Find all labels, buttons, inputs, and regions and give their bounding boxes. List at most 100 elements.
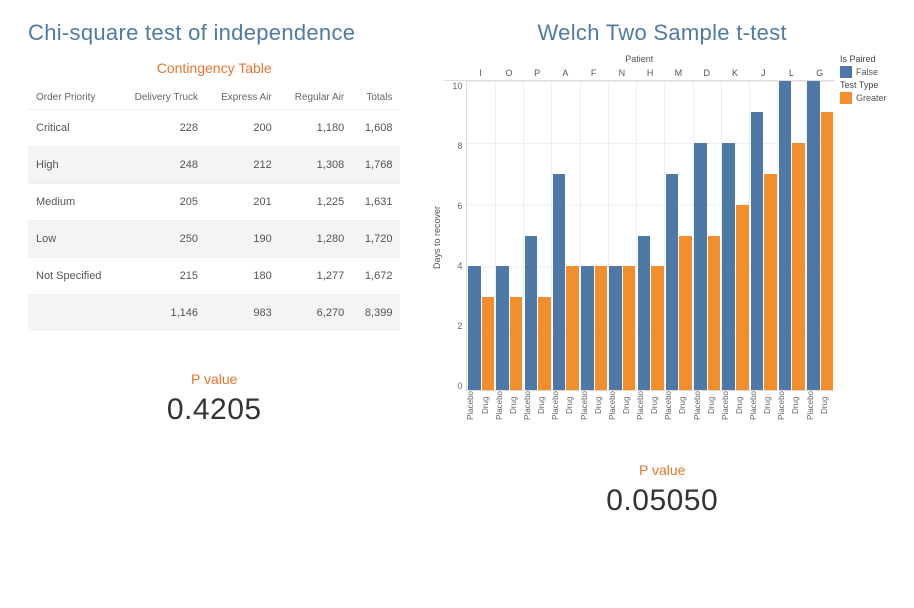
table-cell: 6,270	[280, 295, 352, 332]
bar-placebo	[779, 81, 792, 390]
bar-chart: Days to recover Patient IOPAFNHMDKJLG 10…	[430, 52, 894, 422]
welch-panel: Welch Two Sample t-test Days to recover …	[420, 0, 914, 608]
facet	[637, 81, 665, 390]
x-tick-pair: PlaceboDrug	[523, 391, 551, 422]
table-row: Critical2282001,1801,608	[28, 110, 400, 147]
pvalue-label: P value	[28, 371, 400, 387]
row-label: Critical	[28, 110, 118, 147]
bar-drug	[679, 236, 692, 391]
facet-label: L	[777, 66, 805, 80]
table-row: 1,1469836,2708,399	[28, 295, 400, 332]
x-tick-pair: PlaceboDrug	[608, 391, 636, 422]
bar-placebo	[496, 266, 509, 390]
facet	[778, 81, 806, 390]
bar-placebo	[525, 236, 538, 391]
y-tick: 8	[444, 141, 462, 151]
x-tick-label: Drug	[820, 391, 834, 422]
facet-label: O	[495, 66, 523, 80]
bar-drug	[482, 297, 495, 390]
facet-label: I	[466, 66, 494, 80]
facet	[524, 81, 552, 390]
y-tick: 0	[444, 381, 462, 391]
table-cell: 215	[118, 258, 206, 295]
bar-placebo	[666, 174, 679, 390]
bar-placebo	[468, 266, 481, 390]
facet	[581, 81, 609, 390]
table-cell: 1,631	[352, 184, 400, 221]
table-cell: 190	[206, 221, 280, 258]
legend-swatch	[840, 92, 852, 104]
row-label: Medium	[28, 184, 118, 221]
x-tick-label: Drug	[537, 391, 551, 422]
y-tick: 2	[444, 321, 462, 331]
table-cell: 1,280	[280, 221, 352, 258]
bar-drug	[764, 174, 777, 390]
table-cell: 212	[206, 147, 280, 184]
row-label: Low	[28, 221, 118, 258]
x-tick-pair: PlaceboDrug	[693, 391, 721, 422]
x-tick-pair: PlaceboDrug	[806, 391, 834, 422]
x-tick-label: Placebo	[777, 391, 791, 422]
table-cell: 228	[118, 110, 206, 147]
x-tick-label: Placebo	[495, 391, 509, 422]
row-label: Not Specified	[28, 258, 118, 295]
table-cell: 1,180	[280, 110, 352, 147]
table-cell: 180	[206, 258, 280, 295]
table-header: Regular Air	[280, 86, 352, 110]
y-tick: 10	[444, 81, 462, 91]
pvalue-label: P value	[430, 462, 894, 478]
bar-drug	[566, 266, 579, 390]
x-tick-pair: PlaceboDrug	[551, 391, 579, 422]
facet-label: P	[523, 66, 551, 80]
bar-drug	[510, 297, 523, 390]
bar-drug	[538, 297, 551, 390]
row-label: High	[28, 147, 118, 184]
legend-swatch	[840, 66, 852, 78]
pvalue-number-left: 0.4205	[28, 393, 400, 427]
bar-drug	[792, 143, 805, 390]
table-cell: 1,672	[352, 258, 400, 295]
facet-label: N	[608, 66, 636, 80]
facet-title: Patient	[444, 52, 834, 66]
facet-label: J	[749, 66, 777, 80]
contingency-table: Order PriorityDelivery TruckExpress AirR…	[28, 86, 400, 331]
x-tick-pair: PlaceboDrug	[580, 391, 608, 422]
contingency-subtitle: Contingency Table	[28, 60, 400, 76]
legend-item: Greater	[840, 92, 894, 104]
legend-title: Test Type	[840, 80, 894, 90]
facet	[496, 81, 524, 390]
chi-square-panel: Chi-square test of independence Continge…	[0, 0, 420, 608]
chart-inner: Patient IOPAFNHMDKJLG 1086420 PlaceboDru…	[444, 52, 834, 422]
x-tick-label: Placebo	[608, 391, 622, 422]
bar-placebo	[609, 266, 622, 390]
table-header: Order Priority	[28, 86, 118, 110]
y-tick: 4	[444, 261, 462, 271]
table-row: High2482121,3081,768	[28, 147, 400, 184]
table-row: Medium2052011,2251,631	[28, 184, 400, 221]
facet	[609, 81, 637, 390]
table-cell: 205	[118, 184, 206, 221]
table-row: Not Specified2151801,2771,672	[28, 258, 400, 295]
bar-placebo	[581, 266, 594, 390]
x-tick-label: Placebo	[580, 391, 594, 422]
x-tick-label: Drug	[622, 391, 636, 422]
y-tick: 6	[444, 201, 462, 211]
table-header: Express Air	[206, 86, 280, 110]
bar-placebo	[751, 112, 764, 390]
x-tick-label: Drug	[707, 391, 721, 422]
right-pvalue-block: P value 0.05050	[430, 462, 894, 518]
plot-area	[466, 81, 834, 391]
table-cell: 1,146	[118, 295, 206, 332]
table-cell: 1,277	[280, 258, 352, 295]
x-tick-label: Drug	[735, 391, 749, 422]
right-title: Welch Two Sample t-test	[430, 20, 894, 46]
plot-row: 10 8 6 4 2 0	[444, 81, 834, 391]
bar-placebo	[807, 81, 820, 390]
dashboard: Chi-square test of independence Continge…	[0, 0, 914, 608]
y-axis-label: Days to recover	[430, 92, 444, 382]
x-tick-pair: PlaceboDrug	[466, 391, 494, 422]
bar-drug	[821, 112, 834, 390]
x-tick-label: Placebo	[749, 391, 763, 422]
table-cell: 248	[118, 147, 206, 184]
x-tick-label: Drug	[594, 391, 608, 422]
